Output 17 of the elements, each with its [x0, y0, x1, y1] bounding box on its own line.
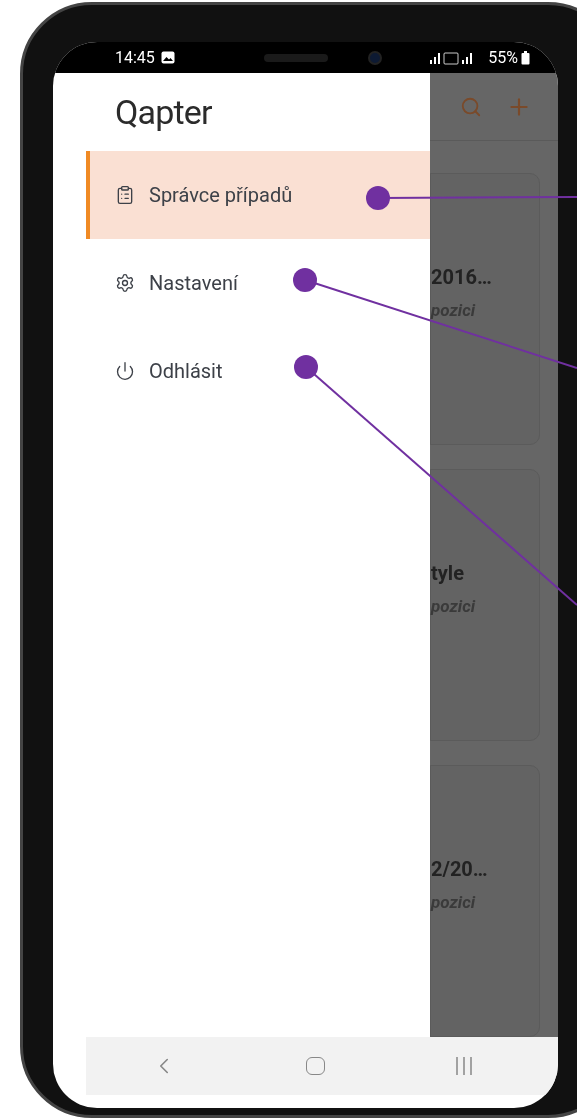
- recents-icon[interactable]: [455, 1056, 474, 1076]
- speaker-grille: [263, 53, 328, 62]
- card-title: 2/20…: [431, 856, 489, 883]
- camera-lens: [367, 50, 382, 65]
- app-logo: Qapter: [115, 95, 212, 129]
- home-icon[interactable]: [306, 1057, 326, 1075]
- battery-percent: 55%: [488, 46, 518, 69]
- status-time: 14:45: [115, 46, 155, 69]
- card-title: tyle: [431, 560, 465, 587]
- power-icon: [115, 361, 135, 381]
- clipboard-icon: [115, 185, 135, 205]
- battery-icon: [521, 50, 530, 65]
- image-icon: [160, 51, 175, 64]
- card-title: 2016…: [431, 264, 493, 291]
- settings-icon: [115, 273, 135, 293]
- drawer-item[interactable]: Správce případů: [86, 151, 430, 239]
- search-icon: [460, 95, 482, 118]
